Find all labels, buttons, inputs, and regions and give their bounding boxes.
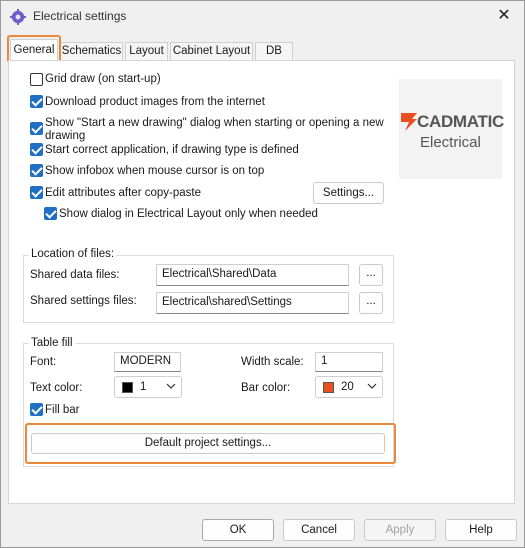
- bar-color-swatch: [323, 382, 334, 393]
- tab-general-highlight: [7, 35, 61, 63]
- cadmatic-logo: CADMATIC Electrical: [399, 79, 504, 179]
- text-color-select[interactable]: 1: [114, 376, 182, 398]
- show-infobox-checkbox[interactable]: [30, 164, 43, 177]
- font-label: Font:: [30, 356, 57, 368]
- ok-button[interactable]: OK: [202, 519, 274, 541]
- logo-brand-text: CADMATIC: [417, 112, 504, 131]
- start-new-drawing-label-line1: Show "Start a new drawing" dialog when s…: [45, 117, 384, 129]
- start-correct-app-checkbox[interactable]: [30, 143, 43, 156]
- text-color-swatch: [122, 382, 133, 393]
- gear-icon: [10, 9, 26, 25]
- start-new-drawing-label-line2: drawing: [45, 130, 86, 142]
- chevron-down-icon: [367, 383, 377, 389]
- show-dialog-layout-checkbox[interactable]: [44, 207, 57, 220]
- tab-label: Cabinet Layout: [172, 45, 251, 57]
- tab-layout[interactable]: Layout: [125, 42, 168, 60]
- window-title: Electrical settings: [33, 9, 127, 23]
- shared-settings-browse-button[interactable]: ...: [359, 292, 383, 314]
- grid-draw-label: Grid draw (on start-up): [45, 73, 161, 85]
- shared-settings-input[interactable]: Electrical\shared\Settings: [156, 292, 349, 314]
- title-bar: Electrical settings ✕: [1, 1, 524, 33]
- fill-bar-checkbox[interactable]: [30, 403, 43, 416]
- settings-button[interactable]: Settings...: [313, 182, 384, 204]
- width-scale-label: Width scale:: [241, 356, 304, 368]
- edit-attributes-label: Edit attributes after copy-paste: [45, 187, 201, 199]
- tab-label: DB: [266, 45, 282, 57]
- help-button[interactable]: Help: [445, 519, 517, 541]
- show-infobox-label: Show infobox when mouse cursor is on top: [45, 165, 265, 177]
- apply-button[interactable]: Apply: [364, 519, 436, 541]
- logo-product-text: Electrical: [420, 134, 481, 151]
- tab-cabinet-layout[interactable]: Cabinet Layout: [170, 42, 253, 60]
- chevron-down-icon: [166, 383, 176, 389]
- width-scale-input[interactable]: 1: [315, 352, 383, 372]
- tab-label: Schematics: [61, 45, 122, 57]
- edit-attributes-checkbox[interactable]: [30, 186, 43, 199]
- shared-data-input[interactable]: Electrical\Shared\Data: [156, 264, 349, 286]
- location-of-files-title: Location of files:: [29, 248, 117, 260]
- electrical-settings-dialog: Electrical settings ✕ General Schematics…: [0, 0, 525, 548]
- shared-data-label: Shared data files:: [30, 269, 120, 281]
- table-fill-title: Table fill: [29, 337, 75, 349]
- text-color-label: Text color:: [30, 382, 83, 394]
- start-new-drawing-checkbox[interactable]: [30, 122, 43, 135]
- cancel-button[interactable]: Cancel: [283, 519, 355, 541]
- download-images-checkbox[interactable]: [30, 95, 43, 108]
- tab-db[interactable]: DB: [255, 42, 293, 60]
- bar-color-value: 20: [341, 381, 354, 393]
- text-color-value: 1: [140, 381, 147, 393]
- bar-color-select[interactable]: 20: [315, 376, 383, 398]
- fill-bar-label: Fill bar: [45, 404, 80, 416]
- shared-data-browse-button[interactable]: ...: [359, 264, 383, 286]
- show-dialog-layout-label: Show dialog in Electrical Layout only wh…: [59, 208, 318, 220]
- default-project-settings-highlight: [25, 423, 396, 464]
- cadmatic-logo-mark-icon: [401, 113, 417, 131]
- shared-settings-label: Shared settings files:: [30, 295, 137, 307]
- download-images-label: Download product images from the interne…: [45, 96, 265, 108]
- tab-label: Layout: [129, 45, 164, 57]
- grid-draw-checkbox[interactable]: [30, 73, 43, 86]
- close-icon[interactable]: ✕: [492, 5, 516, 29]
- start-correct-app-label: Start correct application, if drawing ty…: [45, 144, 299, 156]
- bar-color-label: Bar color:: [241, 382, 291, 394]
- font-input[interactable]: MODERN: [114, 352, 181, 372]
- tab-schematics[interactable]: Schematics: [60, 42, 123, 60]
